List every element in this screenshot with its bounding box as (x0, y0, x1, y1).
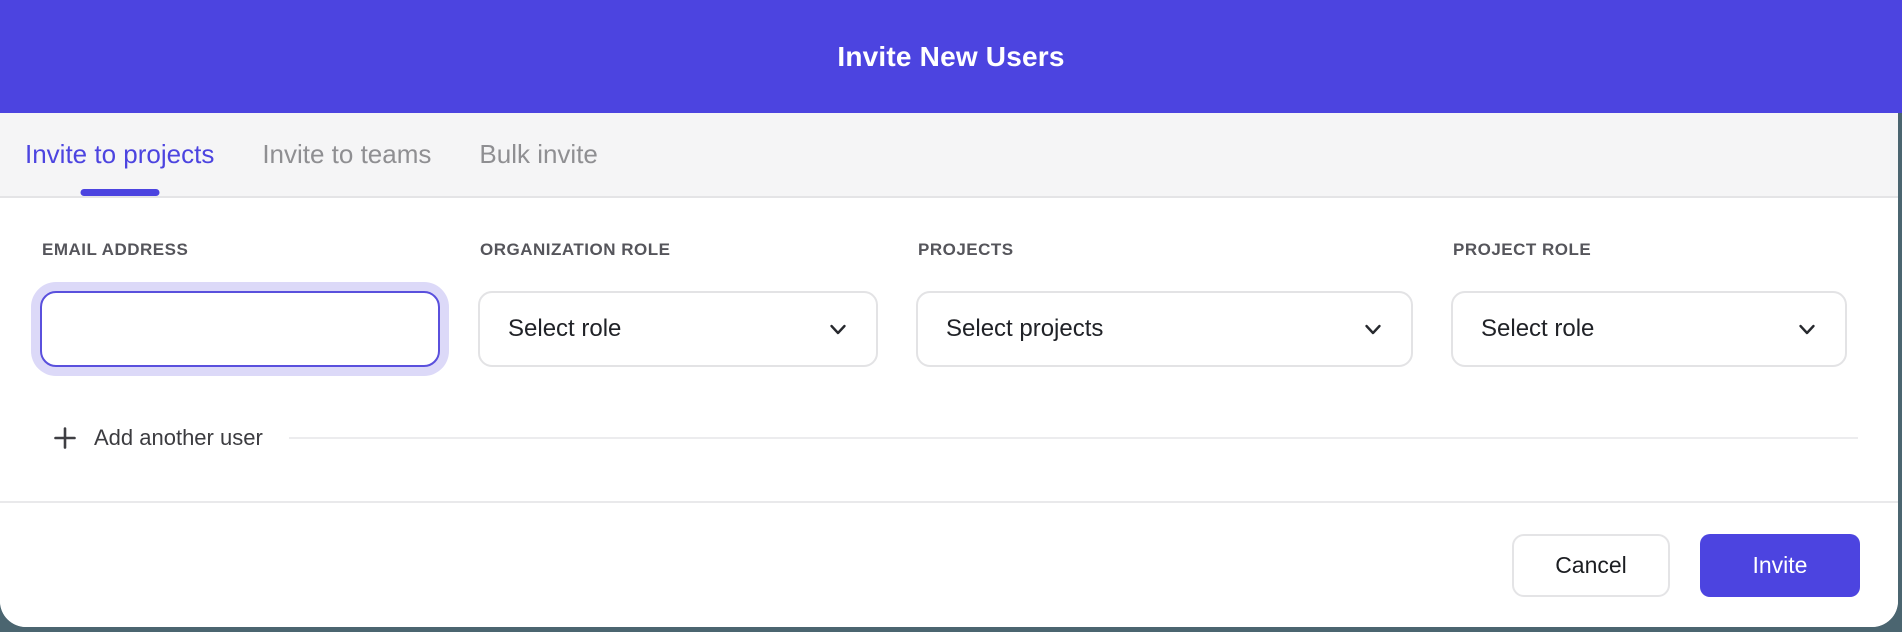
tab-bar: Invite to projects Invite to teams Bulk in… (0, 113, 1898, 198)
organization-role-field-group: ORGANIZATION ROLE Select role (478, 240, 878, 367)
plus-icon (52, 425, 78, 451)
project-role-value: Select role (1481, 315, 1594, 343)
cancel-button[interactable]: Cancel (1512, 534, 1670, 597)
invite-form: EMAIL ADDRESS ORGANIZATION ROLE Select r… (0, 198, 1898, 451)
tab-label: Invite to teams (262, 139, 431, 170)
organization-role-value: Select role (508, 315, 621, 343)
email-address-label: EMAIL ADDRESS (42, 240, 440, 260)
chevron-down-icon (826, 317, 850, 341)
tab-label: Bulk invite (479, 139, 598, 170)
projects-select[interactable]: Select projects (916, 291, 1413, 367)
add-user-divider (289, 437, 1858, 439)
chevron-down-icon (1795, 317, 1819, 341)
email-field-group: EMAIL ADDRESS (40, 240, 440, 367)
dialog-title: Invite New Users (837, 41, 1064, 73)
dialog-header: Invite New Users (0, 0, 1902, 113)
organization-role-select[interactable]: Select role (478, 291, 878, 367)
user-fields-row: EMAIL ADDRESS ORGANIZATION ROLE Select r… (40, 240, 1858, 367)
projects-value: Select projects (946, 315, 1103, 343)
tab-invite-to-projects[interactable]: Invite to projects (25, 113, 214, 196)
organization-role-label: ORGANIZATION ROLE (480, 240, 878, 260)
tab-bulk-invite[interactable]: Bulk invite (479, 113, 598, 196)
project-role-select[interactable]: Select role (1451, 291, 1847, 367)
projects-field-group: PROJECTS Select projects (916, 240, 1413, 367)
chevron-down-icon (1361, 317, 1385, 341)
tab-label: Invite to projects (25, 139, 214, 170)
project-role-label: PROJECT ROLE (1453, 240, 1847, 260)
add-another-user-button[interactable]: Add another user (40, 425, 1858, 451)
projects-label: PROJECTS (918, 240, 1413, 260)
dialog-footer: Cancel Invite (0, 501, 1898, 627)
tab-invite-to-teams[interactable]: Invite to teams (262, 113, 431, 196)
email-input[interactable] (40, 291, 440, 367)
invite-dialog-body: Invite to projects Invite to teams Bulk in… (0, 113, 1898, 627)
active-tab-indicator (80, 189, 159, 196)
invite-button[interactable]: Invite (1700, 534, 1860, 597)
project-role-field-group: PROJECT ROLE Select role (1451, 240, 1847, 367)
add-another-user-label: Add another user (94, 425, 263, 451)
